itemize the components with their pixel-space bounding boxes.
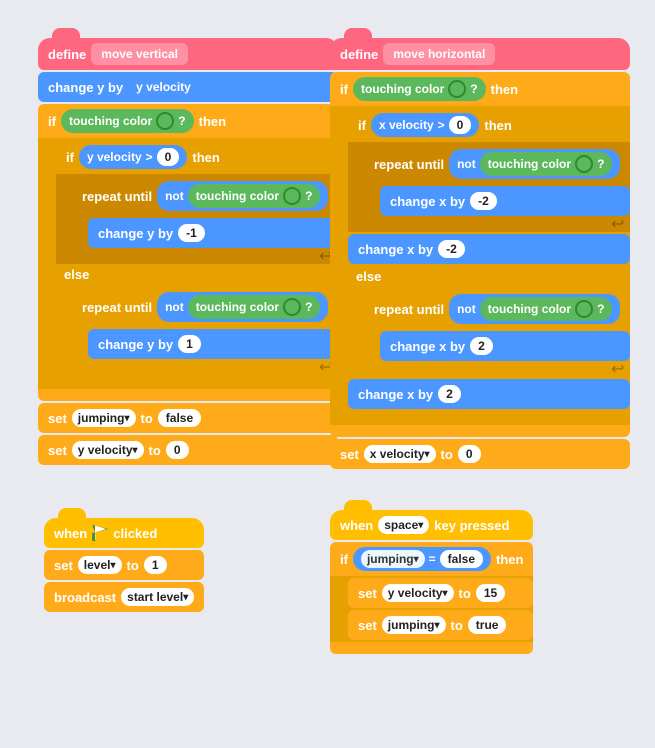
- else-label-right: else: [348, 266, 630, 287]
- if-jumping-outer: if jumping = false then set y velocity t…: [330, 542, 533, 654]
- define-label-2: define: [340, 47, 378, 62]
- y-velocity-dropdown-2[interactable]: y velocity: [382, 584, 454, 602]
- flag-icon: [92, 525, 108, 541]
- if-touching-right-header[interactable]: if touching color ? then: [330, 72, 630, 106]
- set-x-velocity-0[interactable]: set x velocity to 0: [330, 439, 630, 469]
- right-script: define move horizontal if touching color…: [330, 38, 630, 469]
- when-space-key-hat[interactable]: when space key pressed: [330, 510, 533, 540]
- not-touching-1[interactable]: not touching color ?: [157, 181, 328, 211]
- change-y-neg1[interactable]: change y by -1: [88, 218, 338, 248]
- broadcast-start-level[interactable]: broadcast start level: [44, 582, 204, 612]
- define-move-vertical[interactable]: define move vertical: [38, 38, 338, 70]
- if-y-velocity-outer: if y velocity > 0 then repeat until: [56, 140, 338, 387]
- not-touching-right-1[interactable]: not touching color ?: [449, 149, 620, 179]
- when-space-script: when space key pressed if jumping = fals…: [330, 510, 533, 654]
- if-y-velocity-footer: [56, 375, 338, 387]
- change-y-pos1[interactable]: change y by 1: [88, 329, 338, 359]
- color-circle-3[interactable]: [283, 298, 301, 316]
- if-x-velocity-outer: if x velocity > 0 then repeat until: [348, 108, 630, 423]
- touching-color-2[interactable]: touching color ?: [188, 184, 321, 208]
- y-velocity-reporter[interactable]: y velocity: [128, 77, 199, 97]
- touching-color-right-2[interactable]: touching color ?: [480, 152, 613, 176]
- move-vertical-label: move vertical: [91, 43, 188, 65]
- jumping-dropdown-1[interactable]: jumping: [72, 409, 136, 427]
- if-jumping-inner: set y velocity to 15 set jumping to true: [330, 576, 533, 642]
- else-label-1: else: [56, 264, 338, 285]
- if-jumping-header[interactable]: if jumping = false then: [330, 542, 533, 576]
- color-circle-2[interactable]: [283, 187, 301, 205]
- change-x-pos2-1[interactable]: change x by 2: [380, 331, 630, 361]
- touching-color-3[interactable]: touching color ?: [188, 295, 321, 319]
- if-touching-footer: [38, 389, 338, 401]
- set-level-1[interactable]: set level to 1: [44, 550, 204, 580]
- x-velocity-dropdown[interactable]: x velocity: [364, 445, 436, 463]
- define-move-horizontal[interactable]: define move horizontal: [330, 38, 630, 70]
- color-circle-right-3[interactable]: [575, 300, 593, 318]
- color-circle-right-1[interactable]: [448, 80, 466, 98]
- space-key-dropdown[interactable]: space: [378, 516, 429, 534]
- define-label: define: [48, 47, 86, 62]
- canvas: define move vertical change y by y veloc…: [0, 0, 655, 748]
- change-x-pos2-2[interactable]: change x by 2: [348, 379, 630, 409]
- y-velocity-gt-0[interactable]: y velocity > 0: [79, 145, 187, 169]
- if-jumping-footer: [330, 642, 533, 654]
- x-velocity-gt-0[interactable]: x velocity > 0: [371, 113, 479, 137]
- if-x-velocity-header[interactable]: if x velocity > 0 then: [348, 108, 630, 142]
- set-y-velocity-0[interactable]: set y velocity to 0: [38, 435, 338, 465]
- touching-color-right-3[interactable]: touching color ?: [480, 297, 613, 321]
- level-dropdown[interactable]: level: [78, 556, 122, 574]
- move-horizontal-label: move horizontal: [383, 43, 495, 65]
- color-circle-right-2[interactable]: [575, 155, 593, 173]
- color-circle-1[interactable]: [156, 112, 174, 130]
- when-flag-clicked-hat[interactable]: when clicked: [44, 518, 204, 548]
- if-x-vel-footer: [348, 411, 630, 423]
- change-x-neg2-1[interactable]: change x by -2: [380, 186, 630, 216]
- jumping-dropdown-3[interactable]: jumping: [382, 616, 446, 634]
- y-velocity-dropdown-1[interactable]: y velocity: [72, 441, 144, 459]
- change-y-by-block[interactable]: change y by y velocity: [38, 72, 338, 102]
- if-touching-right-footer: [330, 425, 630, 437]
- jumping-dropdown-2[interactable]: jumping: [361, 550, 425, 568]
- repeat-until-block-1[interactable]: repeat until not touching color ?: [72, 176, 338, 216]
- if-y-velocity-header[interactable]: if y velocity > 0 then: [56, 140, 338, 174]
- when-clicked-script: when clicked set level to 1 broadcast st…: [44, 518, 204, 612]
- if-x-vel-inner: if x velocity > 0 then repeat until: [330, 106, 630, 425]
- touching-color-bool-1[interactable]: touching color ?: [61, 109, 194, 133]
- repeat-until-block-2[interactable]: repeat until not touching color ?: [72, 287, 338, 327]
- jumping-equals-false[interactable]: jumping = false: [353, 547, 491, 571]
- repeat-until-right-block-2[interactable]: repeat until not touching color ?: [364, 289, 630, 329]
- repeat-until-right-1: repeat until not touching color ?: [348, 142, 630, 232]
- not-touching-2[interactable]: not touching color ?: [157, 292, 328, 322]
- repeat-until-else-1: repeat until not touching color ?: [56, 285, 338, 375]
- set-y-vel-15[interactable]: set y velocity to 15: [348, 578, 533, 608]
- not-touching-right-2[interactable]: not touching color ?: [449, 294, 620, 324]
- if-touching-color-outer: if touching color ? then if y velocity >: [38, 104, 338, 401]
- set-jumping-false[interactable]: set jumping to false: [38, 403, 338, 433]
- set-jumping-true[interactable]: set jumping to true: [348, 610, 533, 640]
- start-level-dropdown[interactable]: start level: [121, 588, 194, 606]
- touching-color-right[interactable]: touching color ?: [353, 77, 486, 101]
- if-touching-right-outer: if touching color ? then if x velocity >: [330, 72, 630, 437]
- left-script: define move vertical change y by y veloc…: [38, 38, 338, 465]
- change-x-neg2-2[interactable]: change x by -2: [348, 234, 630, 264]
- repeat-until-inner-1: repeat until not touching color ?: [56, 174, 338, 264]
- repeat-until-right-else: repeat until not touching color ?: [348, 287, 630, 377]
- if-touching-color-header[interactable]: if touching color ? then: [38, 104, 338, 138]
- repeat-until-right-block-1[interactable]: repeat until not touching color ?: [364, 144, 630, 184]
